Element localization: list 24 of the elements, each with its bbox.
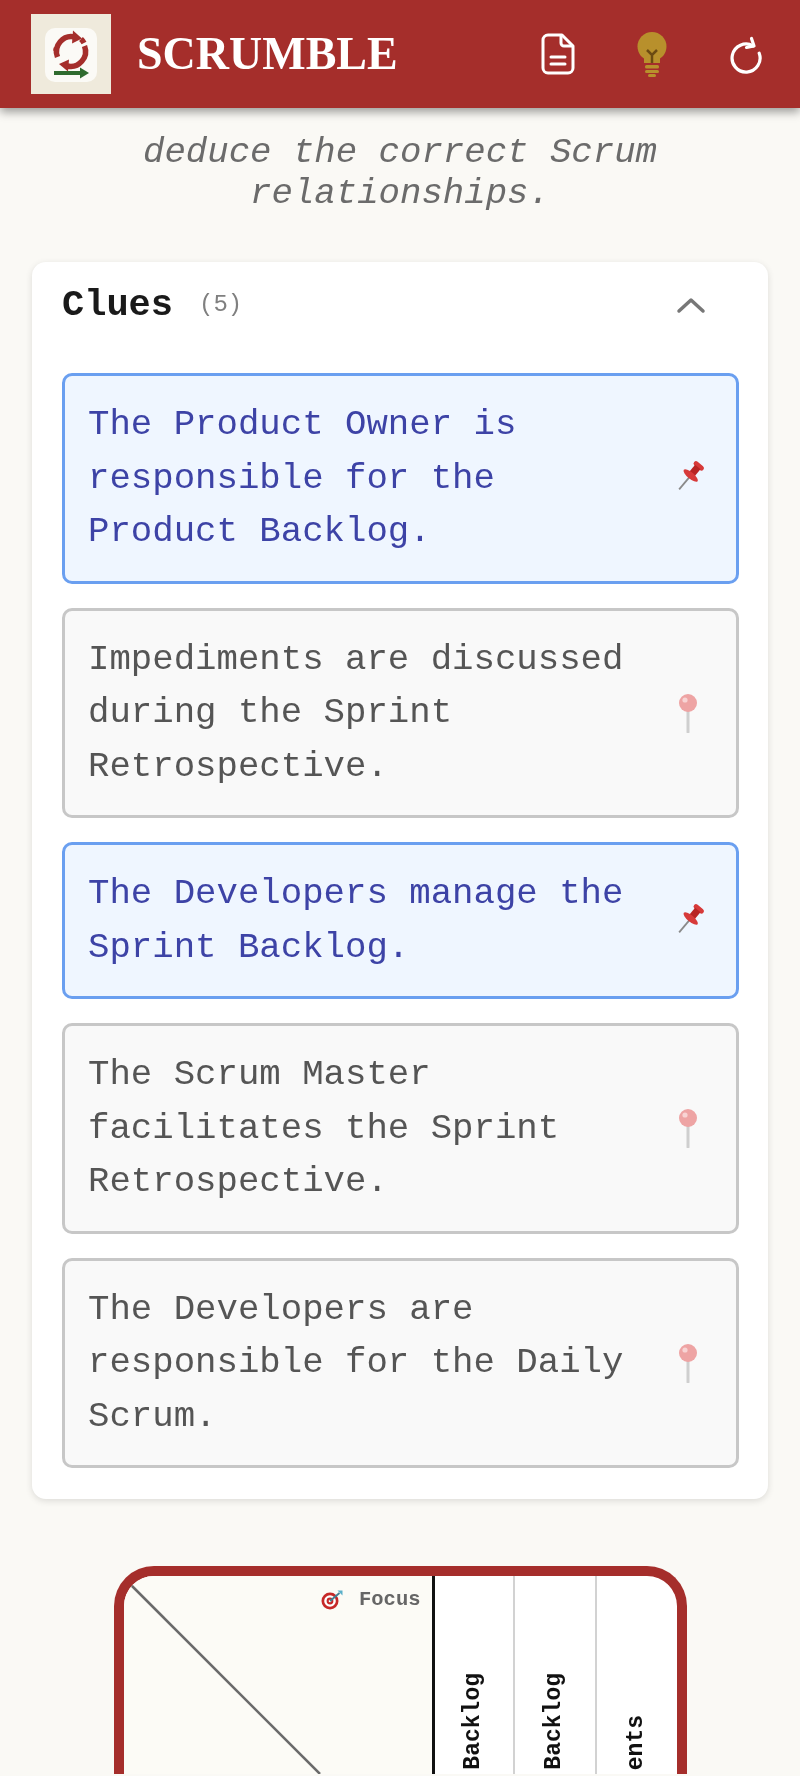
intro-text: deduce the correct Scrum relationships. <box>142 132 658 214</box>
app-title: SCRUMBLE <box>137 31 398 77</box>
clue-text: The Developers are responsible for the Daily Scrum. <box>88 1287 625 1439</box>
clue-text: The Product Owner is responsible for the Product Backlog. <box>88 403 518 554</box>
clue-text: The Developers manage the Sprint Backlog. <box>88 872 625 970</box>
clue-card[interactable]: The Scrum Master facilitates the Sprint Retrospective. <box>62 1023 739 1234</box>
clue-card[interactable]: The Developers are responsible for the Daily Scrum. <box>62 1257 739 1468</box>
clue-card[interactable]: The Developers manage the Sprint Backlog. <box>62 842 739 999</box>
document-icon[interactable] <box>541 33 575 75</box>
clue-card[interactable]: Impediments are discussed during the Sprint Retrospective. <box>62 607 739 818</box>
column-header: Backlog <box>543 1673 567 1770</box>
clue-text: The Scrum Master facilitates the Sprint Retrospective. <box>88 1053 561 1204</box>
dartboard-icon <box>321 1590 343 1610</box>
focus-label: Focus <box>359 1589 421 1611</box>
lightbulb-icon[interactable] <box>637 31 667 77</box>
refresh-icon[interactable] <box>729 34 763 74</box>
column-header: ents <box>625 1714 649 1770</box>
clue-count: (5) <box>199 290 243 320</box>
clue-card[interactable]: The Product Owner is responsible for the Product Backlog. <box>62 373 739 584</box>
clue-text: Impediments are discussed during the Sprint Retrospective. <box>88 637 625 789</box>
clues-heading: Clues <box>62 283 174 328</box>
column-header: Backlog <box>462 1673 486 1770</box>
chevron-up-icon[interactable] <box>676 296 706 314</box>
cycle-arrows-icon <box>31 14 111 94</box>
